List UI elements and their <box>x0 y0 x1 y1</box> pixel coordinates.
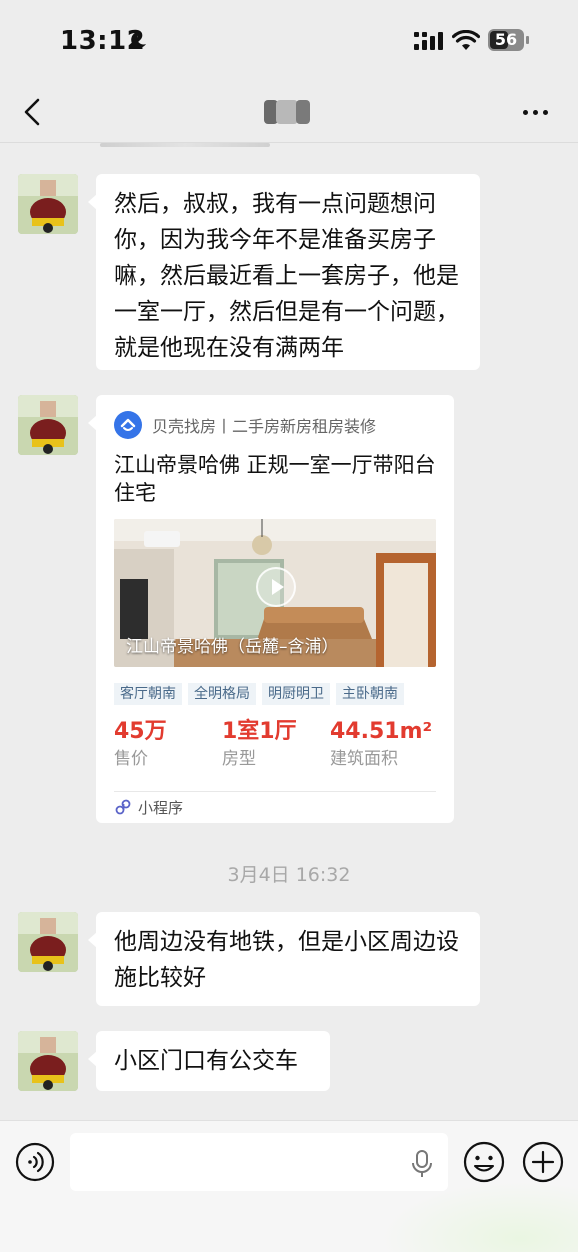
voice-icon[interactable] <box>15 1142 55 1182</box>
layout-label: 房型 <box>222 749 256 769</box>
avatar[interactable] <box>18 395 78 455</box>
image-caption: 江山帝景哈佛（岳麓–含浦） <box>126 637 339 657</box>
message-bubble[interactable]: 他周边没有地铁，但是小区周边设施比较好 <box>88 912 480 1006</box>
stat-area: 44.51m² 建筑面积 <box>330 717 432 771</box>
price-value: 45万 <box>114 719 167 744</box>
tag: 全明格局 <box>188 683 256 705</box>
message-text: 然后，叔叔，我有一点问题想问你，因为我今年不是准备买房子嘛，然后最近看上一套房子… <box>114 191 459 361</box>
signal-icon <box>414 32 443 50</box>
emoji-icon[interactable] <box>463 1141 505 1183</box>
avatar[interactable] <box>18 1031 78 1091</box>
listing-photo[interactable]: 江山帝景哈佛（岳麓–含浦） <box>114 519 436 667</box>
avatar[interactable] <box>18 912 78 972</box>
tag: 客厅朝南 <box>114 683 182 705</box>
message-text: 小区门口有公交车 <box>114 1048 298 1074</box>
stat-price: 45万 售价 <box>114 717 167 771</box>
layout-value: 1室1厅 <box>222 719 297 744</box>
play-icon[interactable] <box>256 567 296 607</box>
stat-layout: 1室1厅 房型 <box>222 717 297 771</box>
tag-list: 客厅朝南 全明格局 明厨明卫 主卧朝南 <box>114 683 404 705</box>
mini-program-icon <box>115 799 131 815</box>
scrolled-content-edge <box>100 143 270 147</box>
area-value: 44.51m² <box>330 719 433 744</box>
card-divider <box>114 791 436 792</box>
tag: 主卧朝南 <box>336 683 404 705</box>
chat-title-redacted <box>264 100 312 124</box>
message-input[interactable] <box>70 1133 448 1191</box>
listing-card[interactable]: 贝壳找房丨二手房新房租房装修 江山帝景哈佛 正规一室一厅带阳台住宅 江山帝景哈佛… <box>88 395 454 823</box>
moon-icon <box>131 31 146 48</box>
avatar[interactable] <box>18 174 78 234</box>
chat-timestamp: 3月4日 16:32 <box>227 864 351 886</box>
listing-stats: 45万 售价 1室1厅 房型 44.51m² 建筑面积 <box>114 717 436 775</box>
message-bubble[interactable]: 小区门口有公交车 <box>88 1031 330 1091</box>
mic-icon[interactable] <box>410 1149 434 1179</box>
nav-bar <box>0 80 578 143</box>
chat-screen: 13:12 56 然后，叔叔，我有一点问题想问你，因为我今年不是准备买房子嘛，然… <box>0 0 578 1252</box>
message-text: 他周边没有地铁，但是小区周边设施比较好 <box>114 929 459 991</box>
card-source-text: 贝壳找房丨二手房新房租房装修 <box>152 417 377 436</box>
input-bar <box>0 1120 578 1252</box>
more-icon[interactable] <box>518 102 552 122</box>
mini-program-label: 小程序 <box>138 798 184 817</box>
card-source: 贝壳找房丨二手房新房租房装修 <box>114 411 376 439</box>
battery-icon: 56 <box>488 29 530 53</box>
battery-level: 56 <box>494 30 518 49</box>
tag: 明厨明卫 <box>262 683 330 705</box>
card-footer: 小程序 <box>114 795 183 819</box>
chevron-left-icon[interactable] <box>16 94 52 130</box>
status-bar: 13:12 56 <box>0 0 578 80</box>
price-label: 售价 <box>114 749 148 769</box>
area-label: 建筑面积 <box>330 749 398 769</box>
wifi-icon <box>452 30 480 50</box>
plus-icon[interactable] <box>522 1141 564 1183</box>
message-bubble[interactable]: 然后，叔叔，我有一点问题想问你，因为我今年不是准备买房子嘛，然后最近看上一套房子… <box>88 174 480 370</box>
card-title: 江山帝景哈佛 正规一室一厅带阳台住宅 <box>114 453 436 505</box>
beike-logo-icon <box>114 411 142 439</box>
